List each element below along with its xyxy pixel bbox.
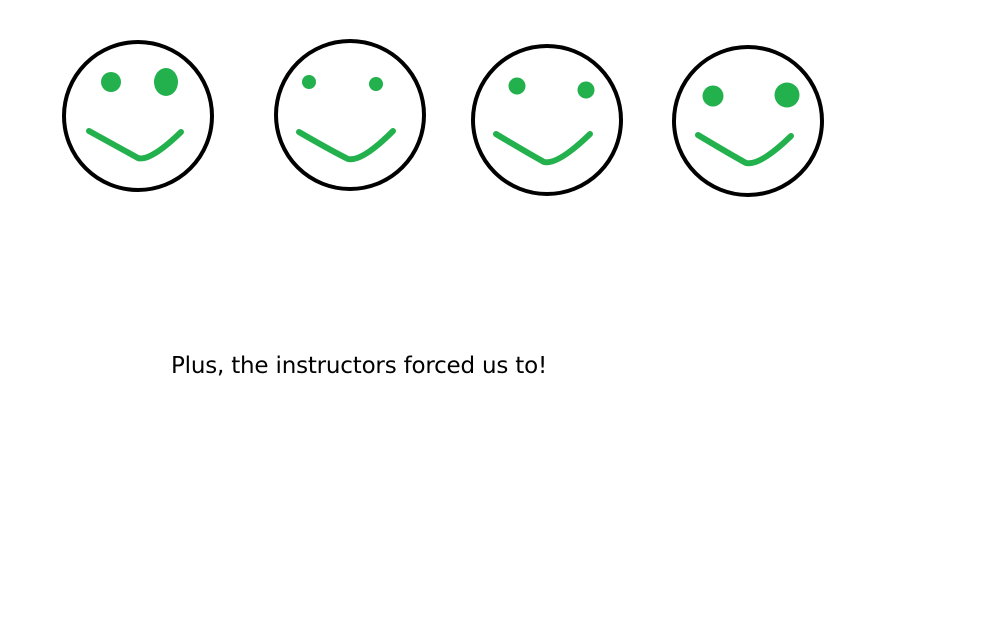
right-eye-icon [369,77,383,91]
smiley-face-1-icon [62,40,214,192]
smile-icon [86,128,184,162]
left-eye-icon [302,75,316,89]
left-eye-icon [508,77,526,95]
smiley-face-3-icon [471,44,623,196]
right-eye-icon [154,68,178,96]
left-eye-icon [101,72,121,92]
caption-text: Plus, the instructors forced us to! [171,353,547,379]
smile-icon [296,128,396,163]
smiley-faces-canvas [62,39,824,197]
left-eye-icon [702,85,724,107]
right-eye-icon [774,82,800,108]
smiley-face-2-icon [274,39,426,191]
smile-icon [695,132,794,167]
right-eye-icon [577,81,595,99]
smile-icon [493,131,593,166]
smiley-face-4-icon [672,45,824,197]
